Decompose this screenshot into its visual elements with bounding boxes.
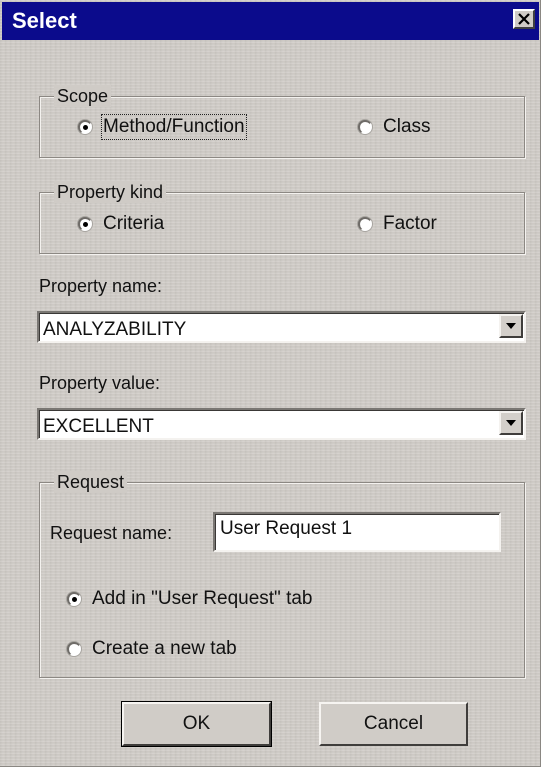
request-name-label: Request name: xyxy=(50,523,173,543)
scope-method-function-radio[interactable]: Method/Function xyxy=(78,114,247,140)
radio-selected-icon xyxy=(78,120,92,134)
property-name-value: ANALYZABILITY xyxy=(43,319,187,340)
request-add-in-tab-label: Add in "User Request" tab xyxy=(92,588,313,609)
ok-button[interactable]: OK xyxy=(121,701,272,747)
request-create-new-tab-radio[interactable]: Create a new tab xyxy=(67,637,237,661)
request-add-in-tab-radio[interactable]: Add in "User Request" tab xyxy=(67,587,313,611)
property-kind-criteria-label: Criteria xyxy=(103,213,165,234)
property-kind-factor-label: Factor xyxy=(383,213,437,234)
property-value-select[interactable]: EXCELLENT xyxy=(37,408,526,440)
request-name-input[interactable]: User Request 1 xyxy=(213,512,501,552)
property-name-dropdown-button[interactable] xyxy=(499,314,523,338)
property-kind-group: Property kind Criteria Factor xyxy=(39,181,525,254)
radio-selected-icon xyxy=(67,592,81,606)
scope-legend: Scope xyxy=(54,85,112,107)
property-name-select[interactable]: ANALYZABILITY xyxy=(37,311,526,343)
request-group: Request Request name: User Request 1 Add… xyxy=(39,471,525,678)
property-value-value: EXCELLENT xyxy=(43,416,154,437)
scope-class-radio[interactable]: Class xyxy=(358,115,431,139)
scope-class-label: Class xyxy=(383,116,431,137)
property-value-dropdown-button[interactable] xyxy=(499,411,523,435)
property-value-label: Property value: xyxy=(39,373,161,393)
property-kind-factor-radio[interactable]: Factor xyxy=(358,212,437,236)
scope-group: Scope Method/Function Class xyxy=(39,85,525,158)
radio-unselected-icon xyxy=(358,217,372,231)
radio-unselected-icon xyxy=(358,120,372,134)
select-dialog: Select Scope Method/Function Class Prope… xyxy=(0,0,541,767)
chevron-down-icon xyxy=(506,420,516,426)
property-name-label: Property name: xyxy=(39,276,163,296)
chevron-down-icon xyxy=(506,323,516,329)
title-bar[interactable]: Select xyxy=(2,2,539,40)
radio-unselected-icon xyxy=(67,642,81,656)
radio-selected-icon xyxy=(78,217,92,231)
request-create-new-tab-label: Create a new tab xyxy=(92,638,237,659)
close-button[interactable] xyxy=(513,9,535,29)
property-kind-legend: Property kind xyxy=(54,181,167,203)
cancel-button[interactable]: Cancel xyxy=(319,702,468,746)
window-title: Select xyxy=(12,8,77,33)
scope-method-function-label: Method/Function xyxy=(101,114,247,140)
request-legend: Request xyxy=(54,471,128,493)
property-kind-criteria-radio[interactable]: Criteria xyxy=(78,212,164,236)
close-icon xyxy=(518,13,530,25)
